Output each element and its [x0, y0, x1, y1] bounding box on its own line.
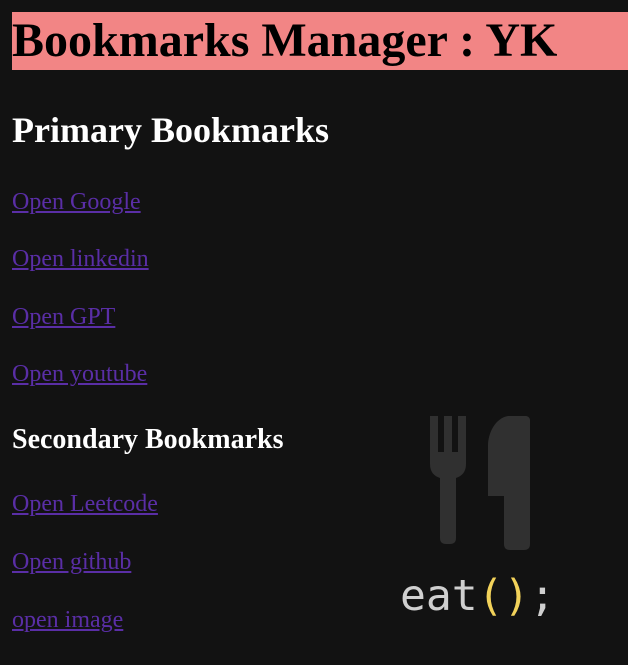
secondary-bookmarks-heading: Secondary Bookmarks: [12, 424, 284, 455]
eat-logo-text: eat();: [400, 571, 556, 621]
link-open-leetcode[interactable]: Open Leetcode: [12, 490, 158, 518]
link-open-linkedin[interactable]: Open linkedin: [12, 245, 149, 273]
link-open-image[interactable]: open image: [12, 606, 123, 634]
page-title: Bookmarks Manager : YK: [12, 12, 628, 70]
link-open-youtube[interactable]: Open youtube: [12, 360, 147, 388]
fork-knife-icon: [430, 416, 530, 550]
link-open-github[interactable]: Open github: [12, 548, 131, 576]
primary-bookmarks-heading: Primary Bookmarks: [12, 110, 329, 150]
link-open-gpt[interactable]: Open GPT: [12, 303, 115, 331]
link-open-google[interactable]: Open Google: [12, 188, 141, 216]
